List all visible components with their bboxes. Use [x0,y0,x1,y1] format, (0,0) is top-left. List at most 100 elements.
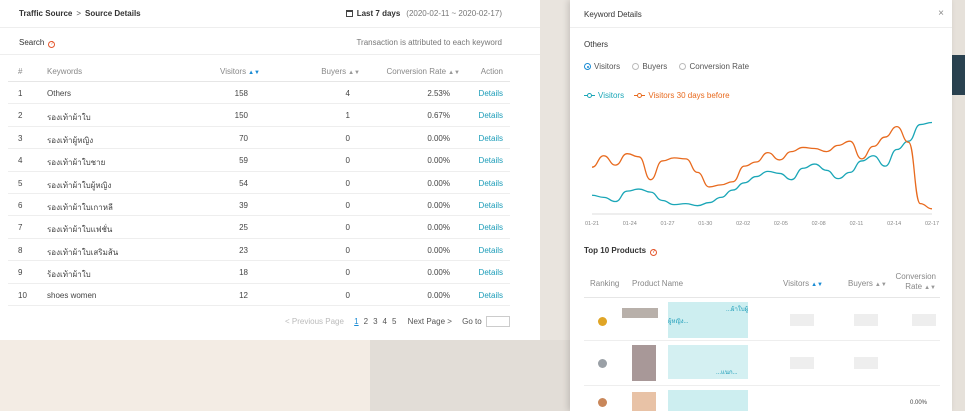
col-product-buyers-label: Buyers [848,279,873,288]
modal-title: Keyword Details [584,10,642,19]
row-visitors: 150 [234,111,248,121]
sort-icon[interactable]: ▲▼ [248,70,260,76]
col-product-visitors[interactable]: Visitors ▲▼ [783,279,823,288]
product-row[interactable]: 0.00% [584,386,940,411]
details-link[interactable]: Details [479,156,503,165]
row-number: 5 [18,178,23,188]
details-link[interactable]: Details [479,201,503,210]
product-row[interactable]: ...ผ้าใบผู้ ผู้หญิง... [584,298,940,341]
radio-buyers[interactable]: Buyers [632,62,667,71]
radio-label: Conversion Rate [689,62,750,71]
col-action: Action [480,67,503,76]
x-tick-label: 01-21 [585,221,599,227]
row-keyword: shoes women [47,290,97,300]
details-link[interactable]: Details [479,134,503,143]
product-row[interactable]: ...แนก... [584,341,940,386]
modal-keyword: Others [584,40,609,49]
legend-visitors[interactable]: Visitors [584,91,624,100]
details-link[interactable]: Details [479,268,503,277]
radio-visitors[interactable]: Visitors [584,62,620,71]
col-conversion-rate[interactable]: Conversion Rate ▲▼ [387,67,460,76]
calendar-icon [345,10,353,17]
breadcrumb-separator: > [76,9,82,18]
product-thumbnail [632,345,656,381]
row-conversion-rate: 2.53% [427,89,450,98]
product-conversion: 0.00% [910,400,928,406]
col-buyers[interactable]: Buyers ▲▼ [321,67,360,76]
page-4-button[interactable]: 4 [383,317,387,326]
col-product-conversion-label: Conversion [895,272,936,281]
row-number: 9 [18,268,23,278]
x-tick-label: 01-27 [661,221,675,227]
row-conversion-rate: 0.00% [427,290,450,300]
background-area [0,340,370,411]
page-3-button[interactable]: 3 [373,317,377,326]
date-range-text: (2020-02-11 ~ 2020-02-17) [406,9,502,18]
row-keyword: รองเท้าผ้าใบเสริมส้น [47,247,119,257]
details-link[interactable]: Details [479,179,503,188]
x-tick-label: 02-05 [774,221,788,227]
col-conversion-label: Conversion Rate [386,67,447,76]
row-visitors: 54 [239,178,248,188]
date-range-picker[interactable]: Last 7 days (2020-02-11 ~ 2020-02-17) [345,9,502,18]
prev-page-button[interactable]: < Previous Page [285,317,344,326]
legend-visitors-30-days[interactable]: Visitors 30 days before [634,91,730,100]
table-row: 7 รองเท้าผ้าใบแฟชั่น 25 0 0.00% Details [8,216,510,239]
sort-icon[interactable]: ▲▼ [811,282,823,288]
row-buyers: 0 [345,223,350,233]
chart-legend: Visitors Visitors 30 days before [584,91,738,100]
legend-label: Visitors 30 days before [648,91,730,100]
top-products-label: Top 10 Products [584,246,647,255]
page-2-button[interactable]: 2 [364,317,368,326]
x-tick-label: 01-30 [698,221,712,227]
details-link[interactable]: Details [479,291,503,300]
search-text: Search [19,38,45,47]
radio-label: Buyers [642,62,668,71]
row-buyers: 0 [345,178,350,188]
details-link[interactable]: Details [479,111,503,120]
help-icon[interactable]: ? [48,41,56,48]
x-tick-label: 01-24 [623,221,637,227]
row-number: 6 [18,200,23,210]
details-link[interactable]: Details [479,89,503,98]
sort-icon[interactable]: ▲▼ [348,70,360,76]
help-icon[interactable]: ? [650,249,658,256]
product-sub: ผู้หญิง... [668,319,689,325]
goto-label: Go to [462,317,482,326]
row-buyers: 1 [345,111,350,121]
radio-icon [584,63,591,70]
close-icon[interactable]: × [938,8,944,19]
table-row: 8 รองเท้าผ้าใบเสริมส้น 23 0 0.00% Details [8,239,510,262]
row-keyword: รองเท้าผ้าใบเกาหลี [47,202,113,212]
col-visitors[interactable]: Visitors ▲▼ [220,67,260,76]
sort-icon[interactable]: ▲▼ [448,70,460,76]
row-number: 1 [18,89,23,98]
legend-label: Visitors [598,91,625,100]
col-ranking: Ranking [590,279,620,288]
page-5-button[interactable]: 5 [392,317,396,326]
breadcrumb: Traffic Source > Source Details [19,9,141,18]
sort-icon[interactable]: ▲▼ [924,285,936,291]
row-buyers: 0 [345,290,350,300]
x-tick-label: 02-11 [850,221,864,227]
goto-page-input[interactable] [485,316,510,327]
row-buyers: 0 [345,200,350,210]
product-name[interactable]: ...ผ้าใบผู้ [726,304,748,314]
page-1-button[interactable]: 1 [354,317,358,326]
background-area [370,340,570,411]
row-keyword: รองเท้าผู้หญิง [47,135,94,145]
background-area [952,55,965,95]
series-line-visitors-30-days[interactable] [591,125,933,210]
product-sub: ...แนก... [716,370,738,376]
col-product-buyers[interactable]: Buyers ▲▼ [848,279,887,288]
legend-marker [634,93,646,98]
col-product-conversion[interactable]: Conversion Rate ▲▼ [894,272,936,293]
row-keyword: รองเท้าผ้าใบ [47,113,91,123]
sort-icon[interactable]: ▲▼ [875,282,887,288]
radio-conversion-rate[interactable]: Conversion Rate [679,62,749,71]
next-page-button[interactable]: Next Page > [408,317,452,326]
row-keyword: รองเท้าผ้าใบผู้หญิง [47,180,112,190]
details-link[interactable]: Details [479,223,503,232]
details-link[interactable]: Details [479,246,503,255]
breadcrumb-traffic-source[interactable]: Traffic Source [19,9,72,18]
